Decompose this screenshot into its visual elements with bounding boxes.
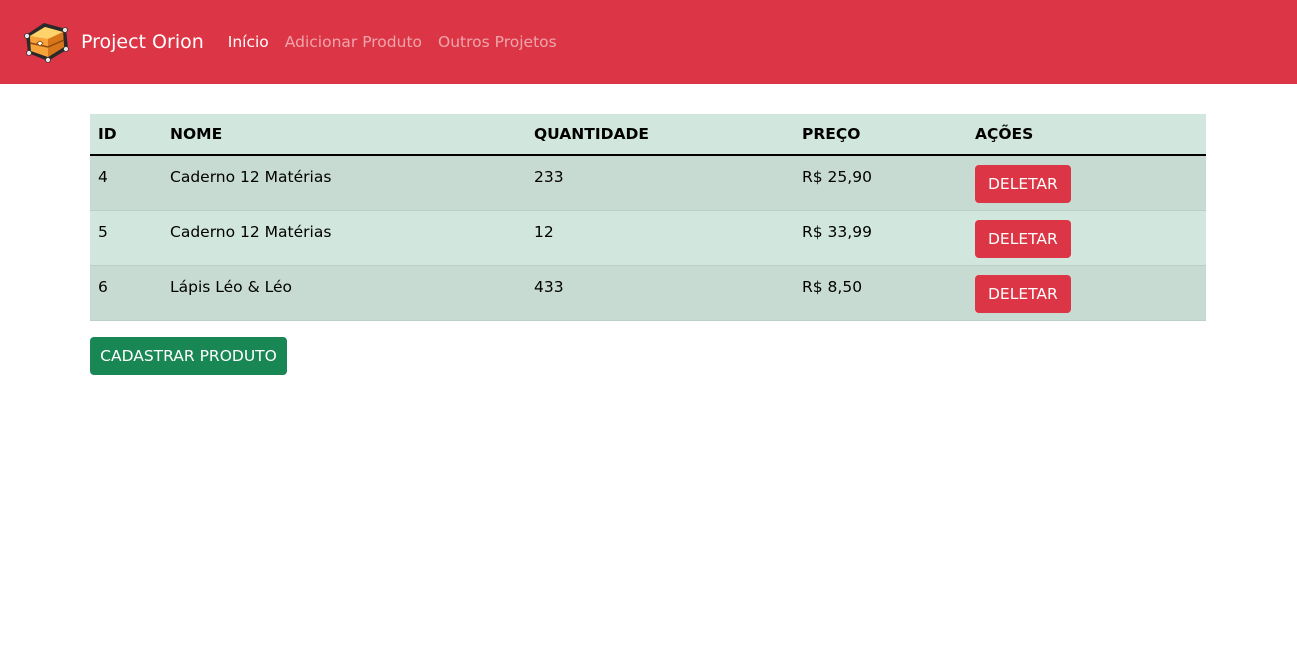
main-container: ID NOME QUANTIDADE PREÇO AÇÕES 4 Caderno… [90,114,1206,321]
cell-quantidade: 233 [534,168,564,186]
delete-button[interactable]: DELETAR [975,219,1071,258]
nav-link-inicio[interactable]: Início [228,33,269,51]
header-preco: PREÇO [794,114,967,156]
cell-nome: Caderno 12 Matérias [170,222,332,241]
cell-preco: R$ 8,50 [802,277,863,296]
cell-acoes: DELETAR [967,155,1206,210]
table-header-row: ID NOME QUANTIDADE PREÇO AÇÕES [90,114,1206,156]
cell-preco: R$ 25,90 [802,168,872,186]
products-table: ID NOME QUANTIDADE PREÇO AÇÕES 4 Caderno… [90,114,1206,321]
cell-id: 6 [98,277,108,296]
table-row: 4 Caderno 12 Matérias 233 R$ 25,90 DELET… [90,155,1206,210]
header-id: ID [90,114,162,156]
cell-quantidade: 12 [534,222,554,241]
navbar: Project Orion Início Adicionar Produto O… [0,0,1297,84]
cell-id: 5 [98,222,108,241]
header-quantidade: QUANTIDADE [526,114,794,156]
add-product-button[interactable]: CADASTRAR PRODUTO [90,337,287,375]
nav-link-outros-projetos[interactable]: Outros Projetos [438,33,557,51]
cell-acoes: DELETAR [967,265,1206,320]
table-row: 5 Caderno 12 Matérias 12 R$ 33,99 DELETA… [90,210,1206,265]
cell-preco: R$ 33,99 [802,222,872,241]
treasure-chest-icon [24,23,69,63]
nav-links: Início Adicionar Produto Outros Projetos [228,33,573,51]
nav-link-adicionar-produto[interactable]: Adicionar Produto [285,33,422,51]
header-nome: NOME [162,114,526,156]
delete-button[interactable]: DELETAR [975,274,1071,313]
cell-id: 4 [98,168,108,186]
cell-acoes: DELETAR [967,210,1206,265]
header-acoes: AÇÕES [967,114,1206,156]
cell-quantidade: 433 [534,277,564,296]
brand-link[interactable]: Project Orion [20,19,204,65]
delete-button[interactable]: DELETAR [975,165,1071,203]
cell-nome: Lápis Léo & Léo [170,277,292,296]
table-row: 6 Lápis Léo & Léo 433 R$ 8,50 DELETAR [90,265,1206,320]
cell-nome: Caderno 12 Matérias [170,168,332,186]
brand-name: Project Orion [81,31,204,53]
